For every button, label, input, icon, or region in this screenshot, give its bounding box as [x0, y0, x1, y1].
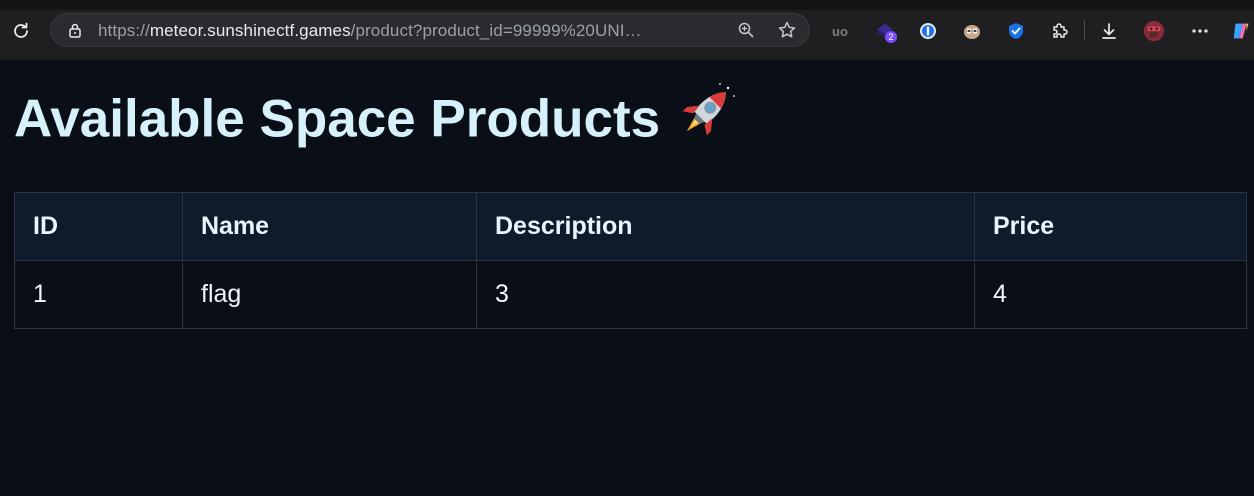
extension-badge-count: 2	[885, 31, 897, 43]
owl-icon[interactable]	[961, 20, 983, 42]
cell-price: 4	[974, 260, 1247, 329]
download-icon[interactable]	[1098, 20, 1120, 42]
address-bar[interactable]: https://meteor.sunshinectf.games/product…	[50, 13, 810, 47]
ublock-icon[interactable]: uo	[829, 20, 851, 42]
checkmark-shield-icon[interactable]	[1005, 20, 1027, 42]
column-header-price: Price	[974, 192, 1247, 261]
puzzle-icon[interactable]	[1049, 20, 1071, 42]
browser-toolbar: https://meteor.sunshinectf.games/product…	[0, 0, 1254, 60]
ublock-label: uo	[832, 23, 848, 39]
column-header-id: ID	[14, 192, 183, 261]
url-host: meteor.sunshinectf.games	[149, 21, 351, 40]
table-header-row: ID Name Description Price	[14, 192, 1247, 261]
copilot-icon[interactable]	[1230, 20, 1252, 42]
url-scheme: https://	[98, 21, 150, 40]
profile-avatar[interactable]	[1143, 20, 1165, 42]
lock-icon[interactable]	[67, 22, 83, 38]
extension-badge-icon[interactable]: 2	[874, 20, 897, 43]
column-header-description: Description	[476, 192, 975, 261]
cell-name: flag	[182, 260, 477, 329]
tab-strip-edge	[0, 0, 1254, 10]
zoom-icon[interactable]	[737, 21, 755, 39]
page-title-text: Available Space Products	[14, 89, 661, 149]
bookmark-star-icon[interactable]	[777, 20, 797, 40]
toolbar-divider	[1084, 20, 1085, 40]
more-menu-icon[interactable]	[1189, 20, 1211, 42]
url-text[interactable]: https://meteor.sunshinectf.games/product…	[98, 21, 642, 41]
table-row: 1 flag 3 4	[14, 260, 1247, 329]
url-path: /product?product_id=99999%20UNI…	[350, 21, 642, 40]
column-header-name: Name	[182, 192, 477, 261]
reload-icon[interactable]	[10, 20, 32, 42]
cell-description: 3	[476, 260, 975, 329]
page-content: Available Space Products ID Name Descrip…	[0, 60, 1254, 496]
page-title: Available Space Products	[14, 83, 738, 161]
rocket-icon	[674, 80, 738, 157]
onepassword-icon[interactable]	[917, 20, 939, 42]
cell-id: 1	[14, 260, 183, 329]
products-table: ID Name Description Price 1 flag 3 4	[14, 192, 1247, 329]
